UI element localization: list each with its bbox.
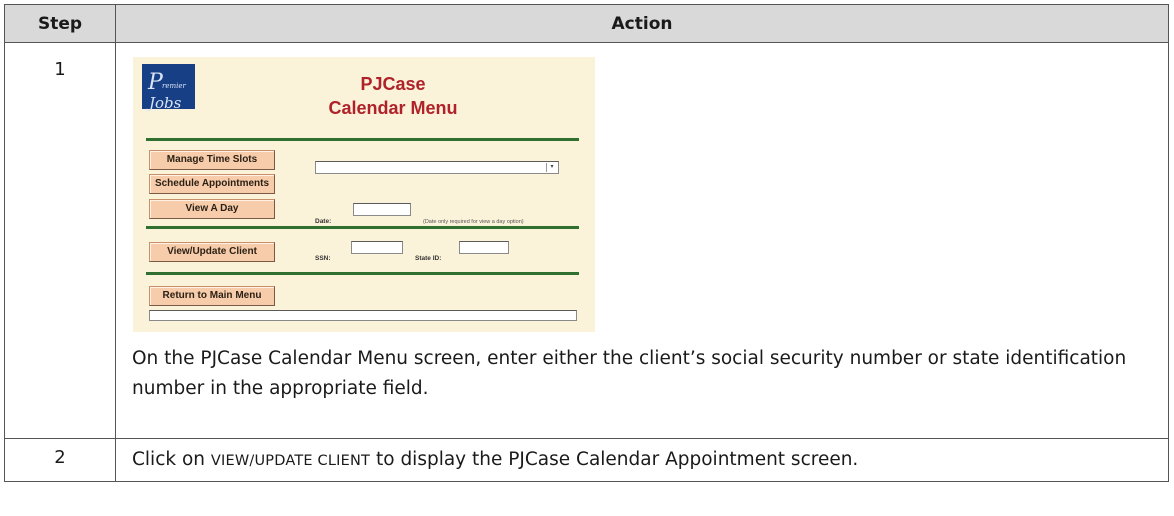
table-row: 2 Click on VIEW/UPDATE CLIENT to display…	[4, 438, 1169, 482]
step-number-cell: 2	[4, 438, 116, 482]
action-column-header: Action	[115, 4, 1169, 43]
ssn-field[interactable]	[351, 241, 403, 254]
step-2-instruction: Click on VIEW/UPDATE CLIENT to display t…	[132, 449, 859, 470]
manage-time-slots-button[interactable]: Manage Time Slots	[149, 150, 275, 170]
step-1-instruction: On the PJCase Calendar Menu screen, ente…	[132, 348, 1127, 399]
divider	[146, 226, 579, 229]
chevron-down-icon[interactable]: ▾	[546, 163, 557, 172]
table-row: 1 P remier Jobs PJCase Calendar Menu Man…	[4, 42, 1169, 439]
status-bar	[149, 310, 577, 321]
appointment-office-select[interactable]: ▾	[315, 161, 559, 174]
divider	[146, 138, 579, 141]
date-hint: (Date only required for view a day optio…	[423, 219, 524, 225]
view-update-client-reference: VIEW/UPDATE CLIENT	[210, 453, 371, 469]
action-cell: Click on VIEW/UPDATE CLIENT to display t…	[115, 438, 1169, 482]
calendar-menu-screenshot: P remier Jobs PJCase Calendar Menu Manag…	[133, 57, 595, 332]
divider	[146, 272, 579, 275]
state-id-field[interactable]	[459, 241, 509, 254]
return-to-main-menu-button[interactable]: Return to Main Menu	[149, 286, 275, 306]
state-id-label: State ID:	[415, 255, 442, 262]
date-field[interactable]	[353, 203, 411, 216]
date-label: Date:	[315, 218, 332, 225]
schedule-appointments-button[interactable]: Schedule Appointments	[149, 174, 275, 194]
step-number-cell: 1	[4, 42, 116, 439]
view-update-client-button[interactable]: View/Update Client	[149, 242, 275, 262]
step-column-header: Step	[4, 4, 116, 43]
step-number: 1	[54, 59, 66, 80]
view-a-day-button[interactable]: View A Day	[149, 199, 275, 219]
ssn-label: SSN:	[315, 255, 331, 262]
procedure-table: Step Action 1 P remier Jobs PJCase Calen…	[4, 4, 1169, 482]
step-number: 2	[54, 447, 66, 468]
action-cell: P remier Jobs PJCase Calendar Menu Manag…	[115, 42, 1169, 439]
screen-subtitle: Calendar Menu	[328, 98, 458, 118]
